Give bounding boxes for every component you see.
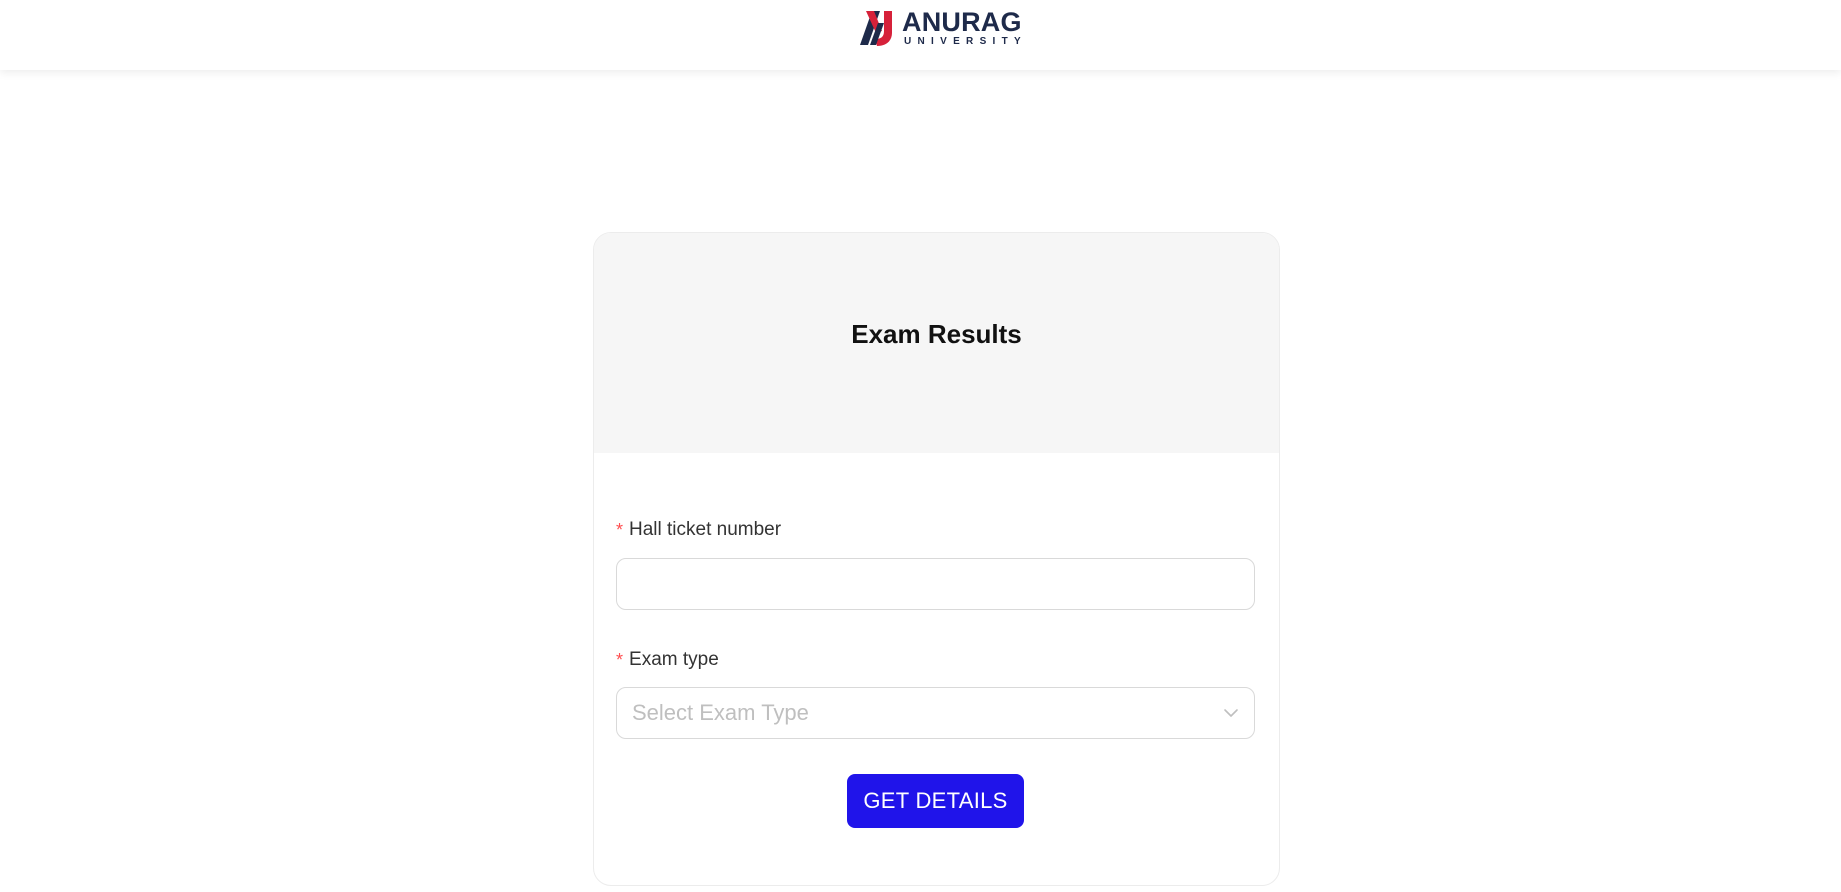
logo-text: ANURAG UNIVERSITY: [902, 9, 1027, 47]
exam-type-placeholder: Select Exam Type: [632, 700, 809, 725]
required-mark: *: [616, 650, 624, 670]
page-title: Exam Results: [851, 319, 1022, 349]
get-details-button[interactable]: GET DETAILS: [847, 774, 1024, 828]
card-header: Exam Results: [594, 233, 1279, 453]
logo-subtitle: UNIVERSITY: [904, 36, 1028, 47]
logo-mark-icon: [860, 11, 892, 46]
exam-type-label-text: Exam type: [629, 649, 719, 670]
hall-ticket-label: * Hall ticket number: [616, 519, 781, 541]
top-header: ANURAG UNIVERSITY: [0, 0, 1841, 70]
exam-results-card: Exam Results * Hall ticket number * Exam…: [593, 232, 1280, 886]
logo-wordmark: ANURAG: [902, 7, 1022, 37]
hall-ticket-input[interactable]: [616, 558, 1255, 610]
hall-ticket-label-text: Hall ticket number: [629, 519, 782, 540]
exam-type-label: * Exam type: [616, 649, 719, 671]
required-mark: *: [616, 520, 624, 540]
chevron-down-icon: [1224, 709, 1238, 717]
exam-type-select[interactable]: Select Exam Type: [616, 687, 1255, 739]
university-logo[interactable]: ANURAG UNIVERSITY: [858, 9, 1027, 47]
